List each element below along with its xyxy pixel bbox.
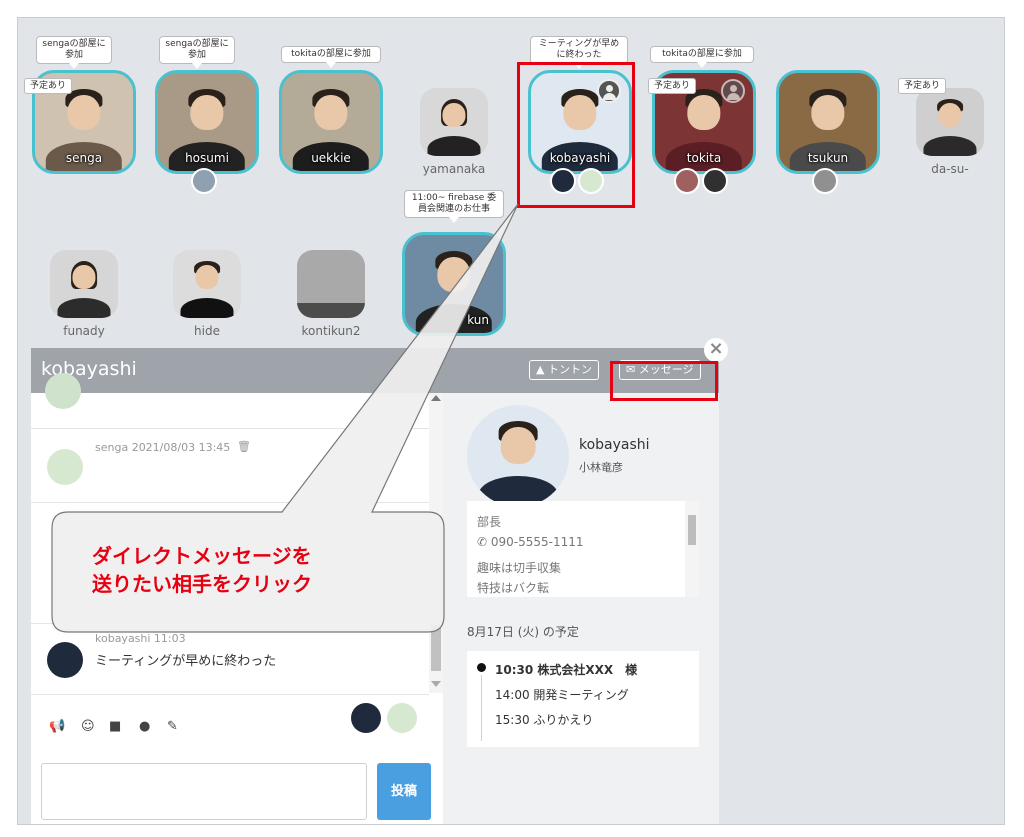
callout-annotation — [51, 203, 519, 633]
callout-text: ダイレクトメッセージを 送りたい相手をクリック — [92, 544, 312, 596]
